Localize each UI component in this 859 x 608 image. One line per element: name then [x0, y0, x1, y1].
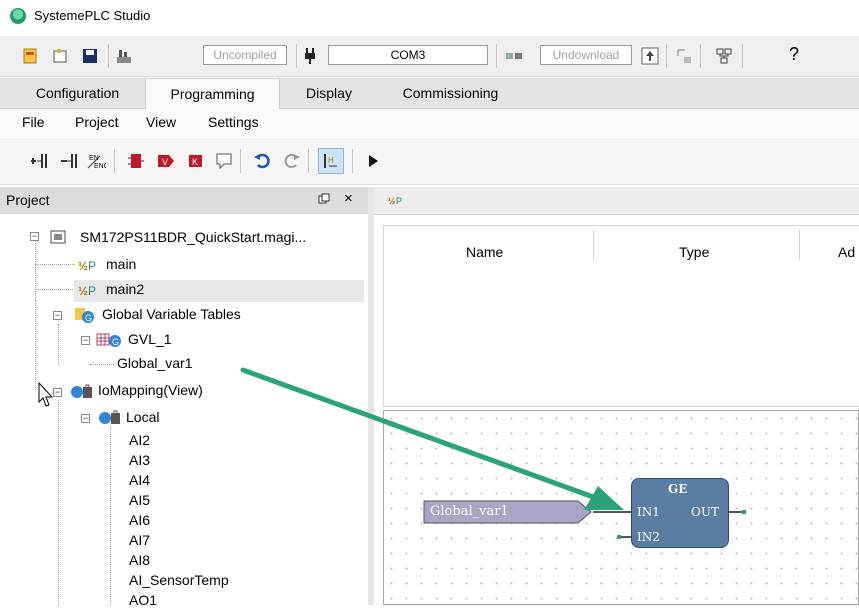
annotation-arrow [240, 367, 624, 510]
